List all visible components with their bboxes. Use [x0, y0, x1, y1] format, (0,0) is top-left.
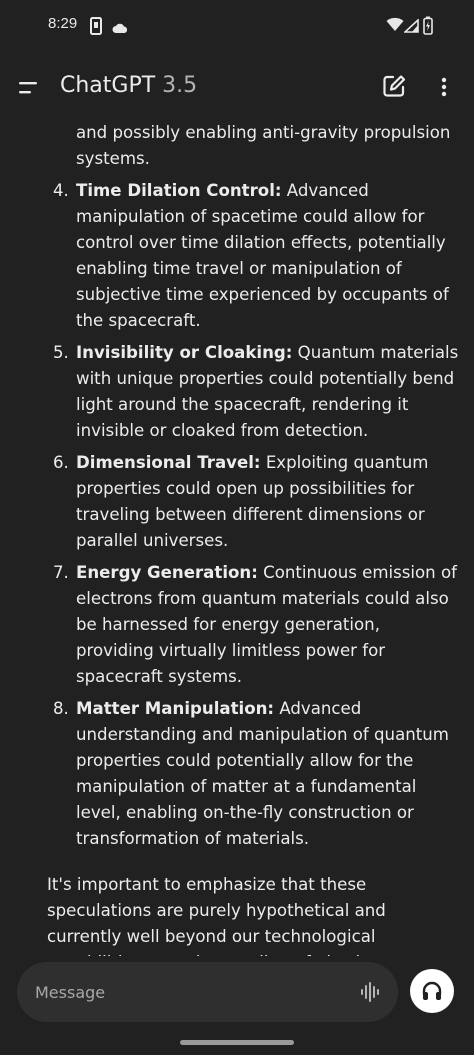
voice-mode-button[interactable] [410, 969, 454, 1013]
list-item-number: 8. [53, 699, 69, 718]
assistant-message: and possibly enabling anti-gravity propu… [0, 120, 474, 956]
message-list: 4. Time Dilation Control: Advanced manip… [0, 178, 474, 852]
list-item: 5. Invisibility or Cloaking: Quantum mat… [0, 340, 474, 444]
model-version: 3.5 [162, 73, 198, 98]
conversation: and possibly enabling anti-gravity propu… [0, 118, 474, 956]
chat-screen: 8:29 ChatGPT 3.5 and possibly enabling a… [0, 0, 474, 1055]
app-title[interactable]: ChatGPT 3.5 [60, 73, 197, 98]
message-closing-paragraph: It's important to emphasize that these s… [47, 875, 386, 956]
status-time: 8:29 [48, 15, 78, 32]
status-bar: 8:29 [0, 0, 474, 52]
voice-input-button[interactable] [359, 981, 383, 1003]
list-item-title: Energy Generation: [76, 563, 258, 582]
list-item-number: 6. [53, 453, 69, 472]
list-item-title: Dimensional Travel: [76, 453, 261, 472]
waveform-icon [361, 982, 379, 1002]
message-composer [17, 962, 398, 1022]
headphones-icon [422, 981, 442, 1000]
app-bar: ChatGPT 3.5 [0, 58, 474, 118]
menu-icon [19, 82, 37, 94]
list-item-text: Advanced understanding and manipulation … [76, 699, 449, 848]
sim-card-icon [90, 17, 102, 39]
edit-icon [383, 75, 406, 97]
more-options-button[interactable] [432, 72, 456, 100]
list-item-title: Time Dilation Control: [76, 181, 282, 200]
more-vertical-icon [441, 77, 447, 97]
list-item-text: Advanced manipulation of spacetime could… [76, 181, 449, 330]
list-item: 8. Matter Manipulation: Advanced underst… [0, 696, 474, 852]
cloud-icon [112, 19, 128, 38]
wifi-icon [386, 17, 404, 36]
battery-icon [423, 16, 433, 39]
list-item: 4. Time Dilation Control: Advanced manip… [0, 178, 474, 334]
list-item-title: Matter Manipulation: [76, 699, 275, 718]
list-item-number: 7. [53, 563, 69, 582]
menu-button[interactable] [16, 74, 44, 102]
message-continued-text: and possibly enabling anti-gravity propu… [76, 123, 451, 168]
app-name: ChatGPT [60, 73, 156, 98]
list-item-number: 4. [53, 181, 69, 200]
home-indicator[interactable] [180, 1040, 294, 1045]
cellular-signal-icon [402, 18, 419, 37]
message-input[interactable] [35, 980, 335, 1004]
list-item: 7. Energy Generation: Continuous emissio… [0, 560, 474, 690]
new-chat-button[interactable] [380, 72, 408, 100]
list-item-title: Invisibility or Cloaking: [76, 343, 293, 362]
list-item: 6. Dimensional Travel: Exploiting quantu… [0, 450, 474, 554]
list-item-number: 5. [53, 343, 69, 362]
